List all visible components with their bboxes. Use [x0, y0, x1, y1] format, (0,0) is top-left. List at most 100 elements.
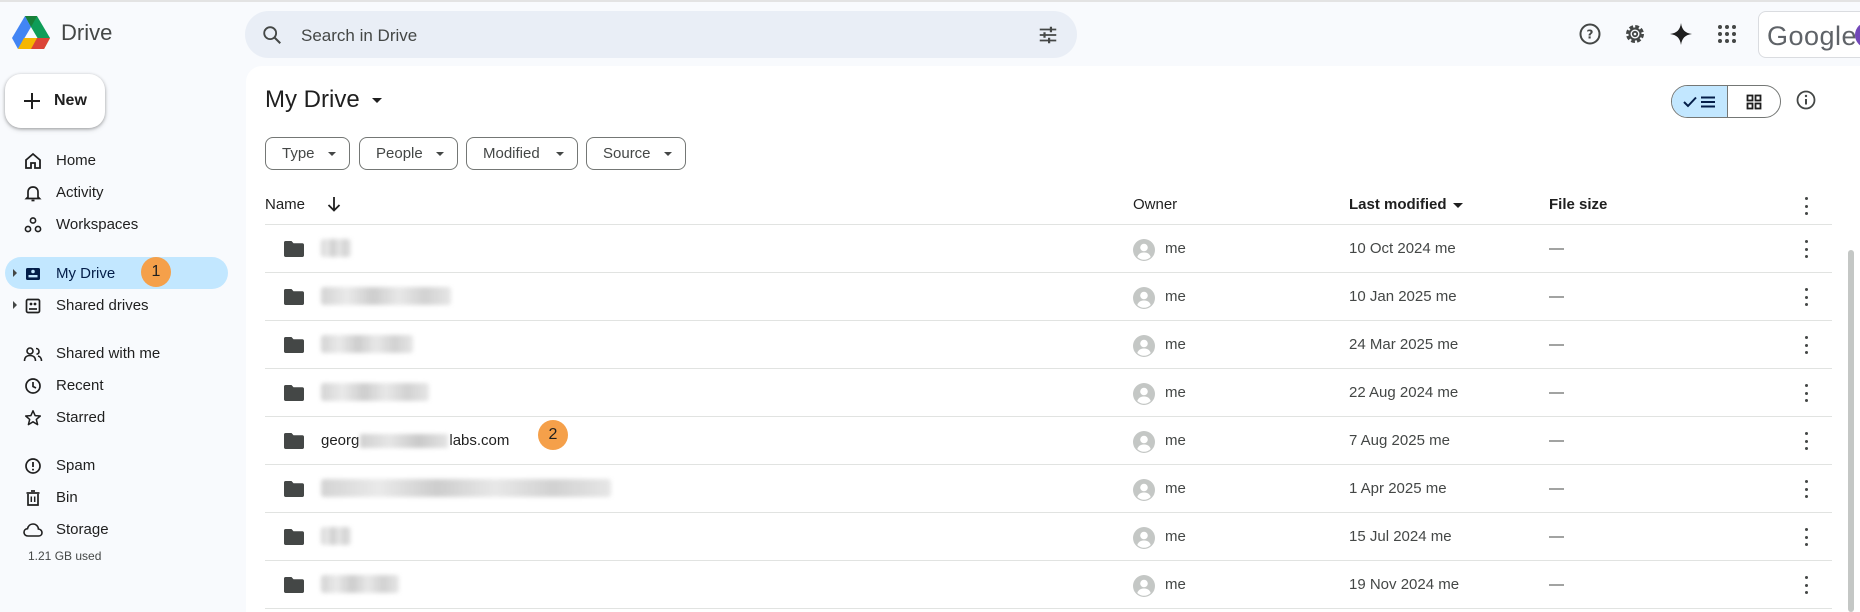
folder-icon: [284, 577, 304, 593]
row-more-actions-icon[interactable]: [1803, 432, 1809, 450]
table-row[interactable]: georg labs.com me 7 Aug 2025 me —: [265, 417, 1832, 465]
column-header-name[interactable]: Name: [265, 196, 305, 213]
sidebar-item-starred[interactable]: Starred: [5, 401, 228, 433]
owner-avatar-icon: [1133, 383, 1155, 405]
sidebar-item-shared-drives[interactable]: Shared drives: [5, 289, 228, 321]
column-header-owner[interactable]: Owner: [1133, 196, 1177, 213]
expand-caret-icon[interactable]: [13, 269, 17, 277]
owner-avatar-icon: [1133, 335, 1155, 357]
file-name[interactable]: georg labs.com: [321, 432, 509, 449]
sidebar-item-workspaces[interactable]: Workspaces: [5, 208, 228, 240]
redacted-file-name[interactable]: [321, 335, 413, 353]
sidebar-item-activity[interactable]: Activity: [5, 176, 228, 208]
annotation-badge-2: 2: [538, 420, 568, 450]
folder-icon: [284, 433, 304, 449]
table-row[interactable]: me 22 Aug 2024 me —: [265, 369, 1832, 417]
last-modified-text: 10 Jan 2025 me: [1349, 288, 1457, 305]
chip-label: Source: [603, 145, 651, 162]
table-row[interactable]: me 1 Apr 2025 me —: [265, 465, 1832, 513]
settings-gear-icon[interactable]: [1622, 21, 1648, 47]
bell-icon: [23, 183, 43, 203]
owner-text: me: [1165, 432, 1186, 449]
redacted-file-name[interactable]: [321, 575, 399, 593]
sort-dropdown-icon[interactable]: [1452, 202, 1463, 208]
gemini-sparkle-icon[interactable]: [1668, 21, 1694, 47]
sidebar-item-bin[interactable]: Bin: [5, 481, 228, 513]
sidebar-item-label: Shared drives: [56, 297, 149, 314]
new-button[interactable]: New: [5, 74, 105, 128]
redacted-file-name[interactable]: [321, 239, 351, 257]
sidebar-item-recent[interactable]: Recent: [5, 369, 228, 401]
row-more-actions-icon[interactable]: [1803, 480, 1809, 498]
apps-grid-icon[interactable]: [1714, 21, 1740, 47]
file-size-text: —: [1549, 432, 1564, 449]
redacted-file-name[interactable]: [321, 479, 611, 497]
sidebar-item-label: Activity: [56, 184, 104, 201]
title-dropdown-icon[interactable]: [371, 97, 382, 103]
shared-drives-icon: [23, 296, 43, 316]
scrollbar[interactable]: [1848, 250, 1854, 612]
sidebar-item-spam[interactable]: Spam: [5, 449, 228, 481]
sidebar-item-label: Shared with me: [56, 345, 161, 362]
column-options-more-icon[interactable]: [1803, 197, 1809, 215]
owner-text: me: [1165, 240, 1186, 257]
chip-label: People: [376, 145, 423, 162]
sidebar-item-my-drive[interactable]: My Drive: [5, 257, 228, 289]
file-size-text: —: [1549, 240, 1564, 257]
row-more-actions-icon[interactable]: [1803, 528, 1809, 546]
filter-people-chip[interactable]: People: [359, 137, 458, 170]
view-toggle[interactable]: [1671, 85, 1781, 118]
last-modified-text: 1 Apr 2025 me: [1349, 480, 1447, 497]
clock-icon: [23, 376, 43, 396]
row-more-actions-icon[interactable]: [1803, 384, 1809, 402]
search-icon[interactable]: [261, 24, 283, 46]
page-title[interactable]: My Drive: [265, 86, 382, 114]
grid-icon: [1746, 94, 1762, 109]
filter-type-chip[interactable]: Type: [265, 137, 350, 170]
drive-logo[interactable]: Drive: [12, 16, 112, 50]
redacted-file-name[interactable]: [321, 527, 351, 545]
header: Drive Search in Drive ? Google: [0, 2, 1860, 64]
search-bar[interactable]: Search in Drive: [245, 11, 1077, 58]
workspaces-icon: [23, 215, 43, 235]
sidebar-item-label: Spam: [56, 457, 96, 474]
sidebar-item-storage[interactable]: Storage: [5, 513, 228, 545]
table-row[interactable]: me 15 Jul 2024 me —: [265, 513, 1832, 561]
folder-icon: [284, 241, 304, 257]
list-view-button[interactable]: [1672, 86, 1728, 117]
sidebar-item-shared-with-me[interactable]: Shared with me: [5, 337, 228, 369]
table-row[interactable]: me 24 Mar 2025 me —: [265, 321, 1832, 369]
owner-avatar-icon: [1133, 239, 1155, 261]
sort-arrow-down-icon[interactable]: [325, 195, 343, 213]
help-icon[interactable]: ?: [1577, 21, 1603, 47]
row-more-actions-icon[interactable]: [1803, 240, 1809, 258]
row-more-actions-icon[interactable]: [1803, 336, 1809, 354]
owner-text: me: [1165, 480, 1186, 497]
grid-view-button[interactable]: [1728, 86, 1780, 117]
folder-icon: [284, 529, 304, 545]
sidebar-item-home[interactable]: Home: [5, 144, 228, 176]
my-drive-icon: [23, 264, 43, 284]
filter-modified-chip[interactable]: Modified: [466, 137, 578, 170]
column-header-last-modified[interactable]: Last modified: [1349, 196, 1463, 213]
account-switcher[interactable]: Google: [1758, 11, 1860, 58]
filter-source-chip[interactable]: Source: [586, 137, 686, 170]
row-more-actions-icon[interactable]: [1803, 288, 1809, 306]
expand-caret-icon[interactable]: [13, 301, 17, 309]
row-more-actions-icon[interactable]: [1803, 576, 1809, 594]
info-icon[interactable]: [1795, 89, 1817, 111]
chevron-down-icon: [328, 152, 336, 156]
owner-avatar-icon: [1133, 575, 1155, 597]
chevron-down-icon: [556, 152, 564, 156]
table-row[interactable]: me 10 Oct 2024 me —: [265, 225, 1832, 273]
column-header-file-size[interactable]: File size: [1549, 196, 1607, 213]
file-size-text: —: [1549, 480, 1564, 497]
table-row[interactable]: me 19 Nov 2024 me —: [265, 561, 1832, 609]
search-options-icon[interactable]: [1037, 24, 1059, 46]
redacted-file-name[interactable]: [321, 383, 429, 401]
table-row[interactable]: me 10 Jan 2025 me —: [265, 273, 1832, 321]
search-input[interactable]: Search in Drive: [301, 26, 417, 46]
redacted-file-name[interactable]: [321, 287, 451, 305]
svg-text:?: ?: [1587, 28, 1594, 42]
owner-avatar-icon: [1133, 527, 1155, 549]
